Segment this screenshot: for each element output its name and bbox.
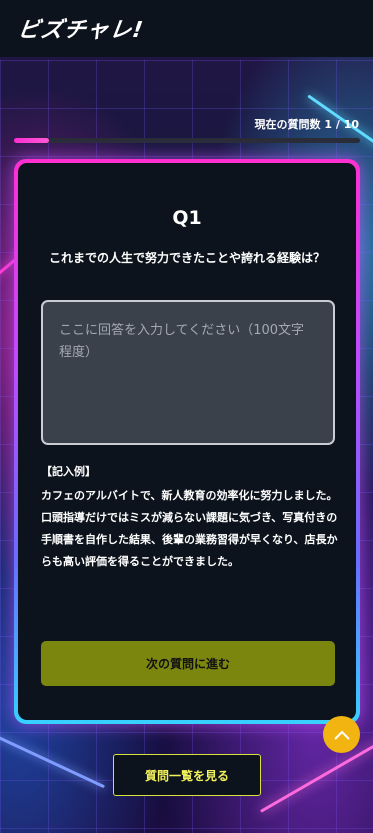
next-question-button[interactable]: 次の質問に進む — [41, 641, 335, 686]
question-text: これまでの人生で努力できたことや誇れる経験は？ — [48, 251, 325, 265]
question-card-frame: Q1 これまでの人生で努力できたことや誇れる経験は？ 【記入例】 カフェのアルバ… — [14, 159, 360, 724]
question-list-button[interactable]: 質問一覧を見る — [113, 754, 261, 796]
app-header: ビズチャレ! — [0, 0, 373, 57]
example-text: カフェのアルバイトで、新人教育の効率化に努力しました。口頭指導だけではミスが減ら… — [41, 489, 338, 568]
question-number: Q1 — [172, 207, 202, 229]
question-card: Q1 これまでの人生で努力できたことや誇れる経験は？ 【記入例】 カフェのアルバ… — [18, 163, 356, 720]
progress-bar-fill — [14, 138, 49, 143]
answer-input[interactable] — [41, 300, 335, 445]
app-logo[interactable]: ビズチャレ! — [16, 12, 146, 44]
example-heading: 【記入例】 — [41, 465, 96, 478]
scroll-to-top-button[interactable] — [323, 716, 360, 753]
progress-label: 現在の質問数 1 / 10 — [254, 118, 359, 131]
progress-bar — [14, 138, 360, 143]
chevron-up-icon — [333, 730, 350, 740]
